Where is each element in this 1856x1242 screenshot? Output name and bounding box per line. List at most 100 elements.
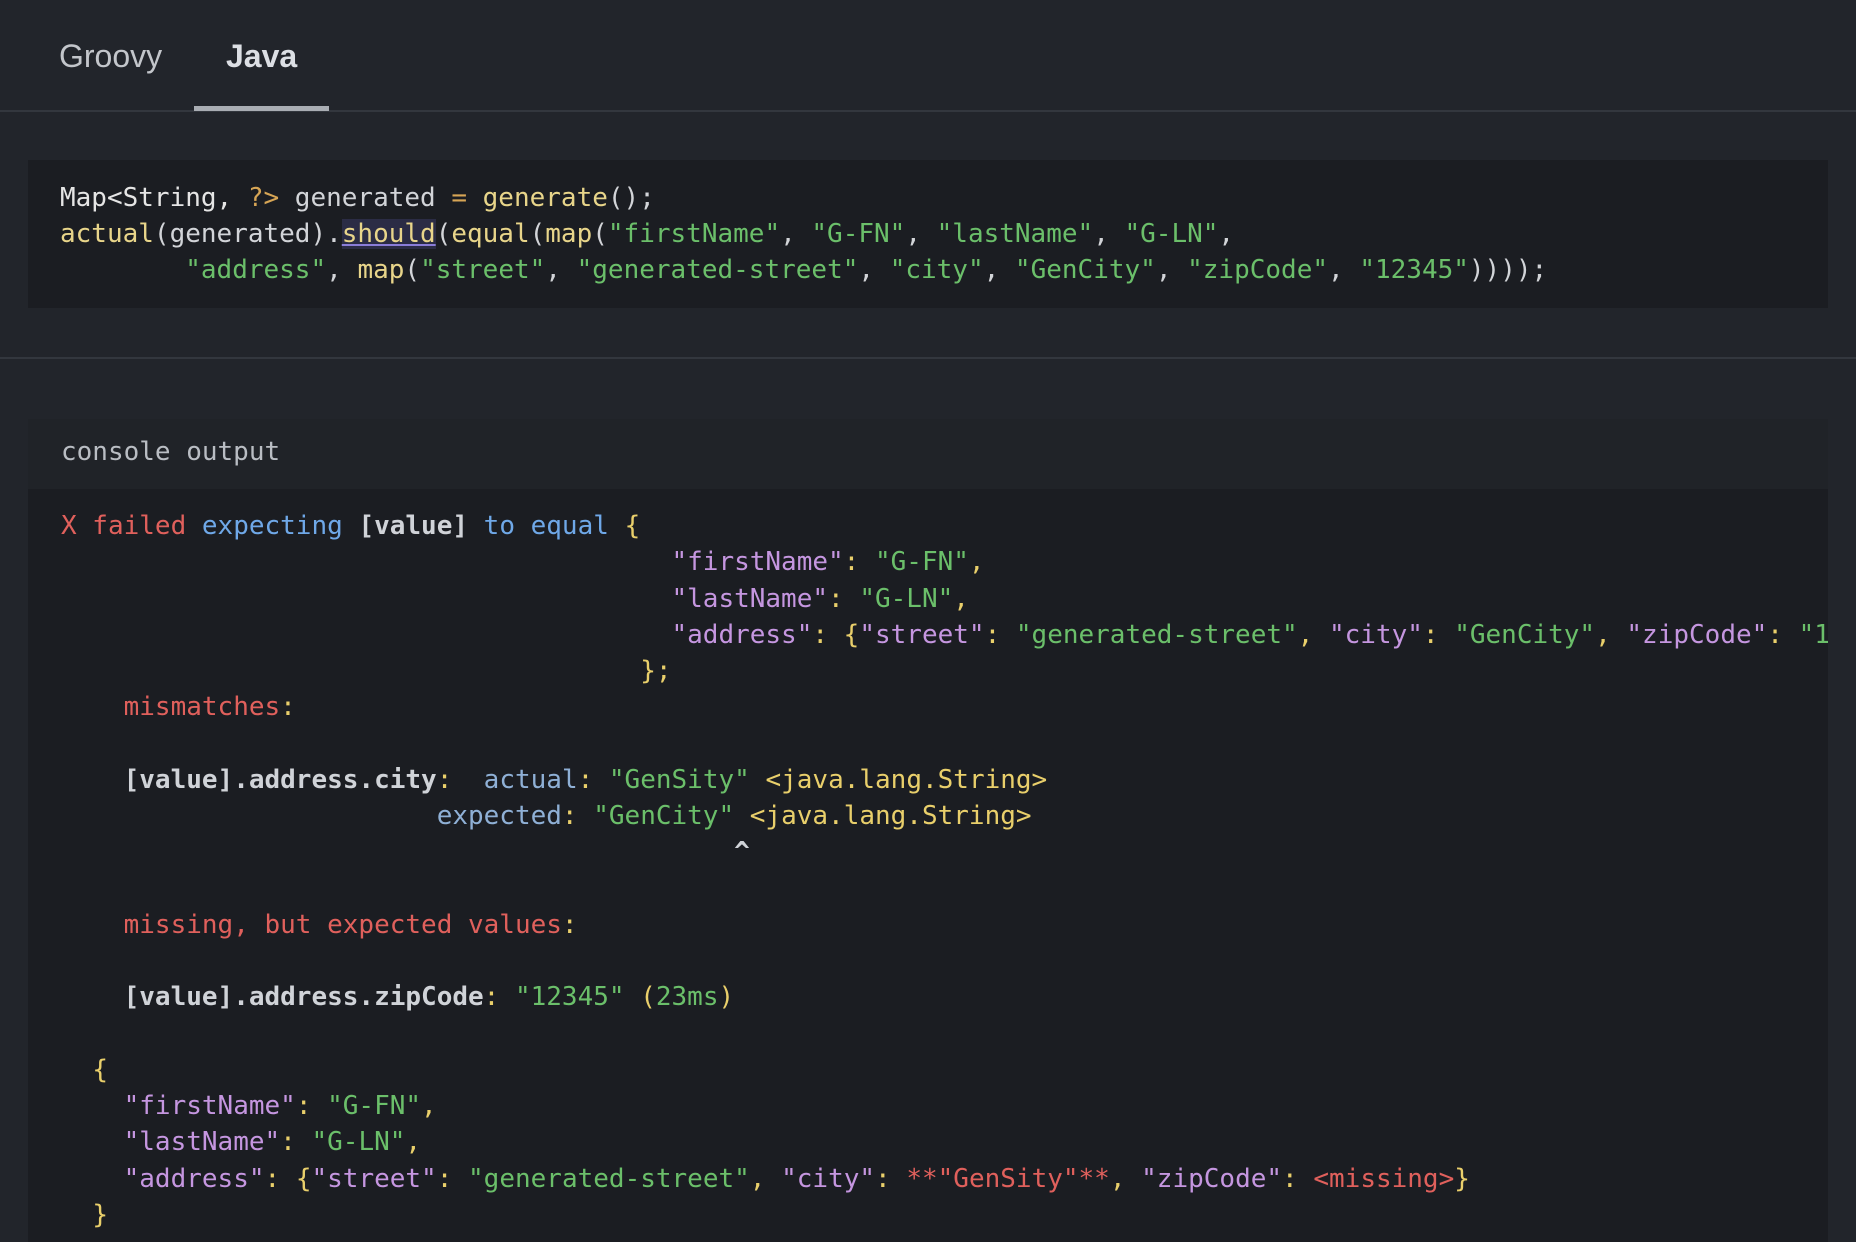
console-token: : (1422, 619, 1455, 650)
console-token: 23ms (655, 982, 719, 1013)
code-token: , (326, 255, 358, 285)
code-token: map (357, 255, 405, 285)
console-token: "lastName" (671, 583, 829, 614)
code-token: , (983, 255, 1015, 285)
active-tab-indicator (194, 106, 329, 111)
console-line: "lastName": "G-LN", (61, 1124, 421, 1160)
console-token: ^ (734, 837, 750, 868)
console-line: X failed expecting [value] to equal { (61, 508, 640, 544)
console-token: : (828, 583, 860, 614)
console-token (61, 910, 124, 940)
console-header: console output (28, 419, 1828, 489)
console-line: "address": {"street": "generated-street"… (61, 617, 1828, 653)
console-token: : (436, 1163, 469, 1194)
code-token: , (1093, 219, 1125, 249)
console-token: "G-FN" (327, 1091, 422, 1121)
code-token: "street" (420, 255, 546, 285)
console-token: to equal (468, 511, 625, 541)
console-line: } (61, 1197, 108, 1233)
console-token: : (280, 1127, 312, 1158)
console-token: "city" (781, 1163, 876, 1194)
console-line: missing, but expected values: (61, 907, 578, 943)
code-token: "G-LN" (1124, 219, 1219, 249)
console-token: **"GenSity"** (906, 1163, 1110, 1194)
code-token: , (1218, 219, 1235, 249)
console-token: "GenCity" (1454, 619, 1596, 650)
code-token: "firstName" (607, 219, 781, 249)
console-token: } (1454, 1163, 1470, 1194)
console-token: ( (624, 982, 656, 1013)
code-token: = (451, 183, 467, 213)
code-line-2: actual(generated).should(equal(map("firs… (60, 216, 1234, 252)
code-token: equal (451, 219, 530, 249)
console-line: expected: "GenCity" <java.lang.String> (61, 798, 1032, 834)
console-token: "address" (123, 1163, 265, 1194)
code-token: , (1155, 255, 1188, 285)
console-token (61, 765, 124, 795)
console-token: , (405, 1127, 422, 1158)
console-token: { (92, 1054, 108, 1085)
console-token (61, 837, 734, 867)
console-token (61, 1091, 124, 1121)
console-token: actual (483, 764, 578, 795)
code-token: generated (279, 183, 452, 213)
console-token: <java.lang.String> (734, 801, 1032, 831)
console-line: "firstName": "G-FN", (61, 544, 984, 580)
code-token: "generated-street" (576, 255, 859, 285)
console-token: "firstName" (123, 1091, 296, 1121)
code-token: , (1328, 255, 1360, 285)
code-token: "G-FN" (811, 219, 906, 249)
console-output-panel: console output X failed expecting [value… (28, 419, 1828, 1242)
console-token: [value] (358, 511, 469, 541)
console-token (61, 584, 671, 614)
code-token: "lastName" (936, 219, 1094, 249)
console-token: : (561, 801, 594, 831)
console-token (61, 656, 640, 686)
console-token (61, 620, 671, 650)
console-token: : (577, 764, 609, 795)
console-token: : (280, 692, 296, 723)
code-token: , (905, 219, 937, 249)
code-line-3: "address", map("street", "generated-stre… (60, 252, 1547, 288)
code-token: ( (529, 219, 546, 249)
console-token: , (749, 1163, 782, 1194)
console-token: ) (718, 982, 735, 1013)
console-token: expecting (201, 511, 359, 541)
console-token: "G-LN" (859, 583, 954, 614)
code-token: "12345" (1359, 255, 1469, 285)
console-token: : (875, 1163, 907, 1194)
console-token: "generated-street" (468, 1163, 750, 1194)
tab-java[interactable]: Java (226, 38, 297, 75)
code-token: "address" (185, 255, 327, 285)
console-token: <missing> (1313, 1163, 1455, 1194)
code-token: , (780, 219, 812, 249)
console-token: , (421, 1091, 437, 1121)
console-line: ^ (61, 834, 750, 870)
code-token: ( (592, 219, 608, 249)
console-token: : (295, 1091, 328, 1121)
console-token: "street" (859, 619, 985, 650)
console-token: "lastName" (123, 1127, 281, 1158)
console-token: "city" (1328, 619, 1423, 650)
tab-groovy[interactable]: Groovy (59, 38, 162, 75)
console-token: : { (264, 1163, 312, 1194)
code-token: ?> (247, 183, 280, 213)
console-token: "zipCode" (1141, 1163, 1283, 1194)
console-line: "address": {"street": "generated-street"… (61, 1161, 1470, 1197)
code-token: )))); (1468, 255, 1548, 285)
code-token: ( (435, 219, 452, 249)
code-token: "zipCode" (1187, 255, 1329, 285)
console-line: "firstName": "G-FN", (61, 1088, 437, 1124)
console-token: { (624, 511, 641, 541)
console-token: : (984, 619, 1016, 650)
code-token: (); (607, 183, 655, 213)
console-token: "firstName" (671, 547, 844, 578)
console-token (61, 1127, 124, 1157)
code-token: map (545, 219, 593, 249)
console-token: "zipCode" (1626, 619, 1768, 650)
console-token: mismatches (123, 692, 281, 723)
console-token (61, 1055, 92, 1085)
console-token: : (843, 547, 875, 578)
tab-bar: Groovy Java (0, 0, 1856, 112)
section-divider (0, 357, 1856, 359)
